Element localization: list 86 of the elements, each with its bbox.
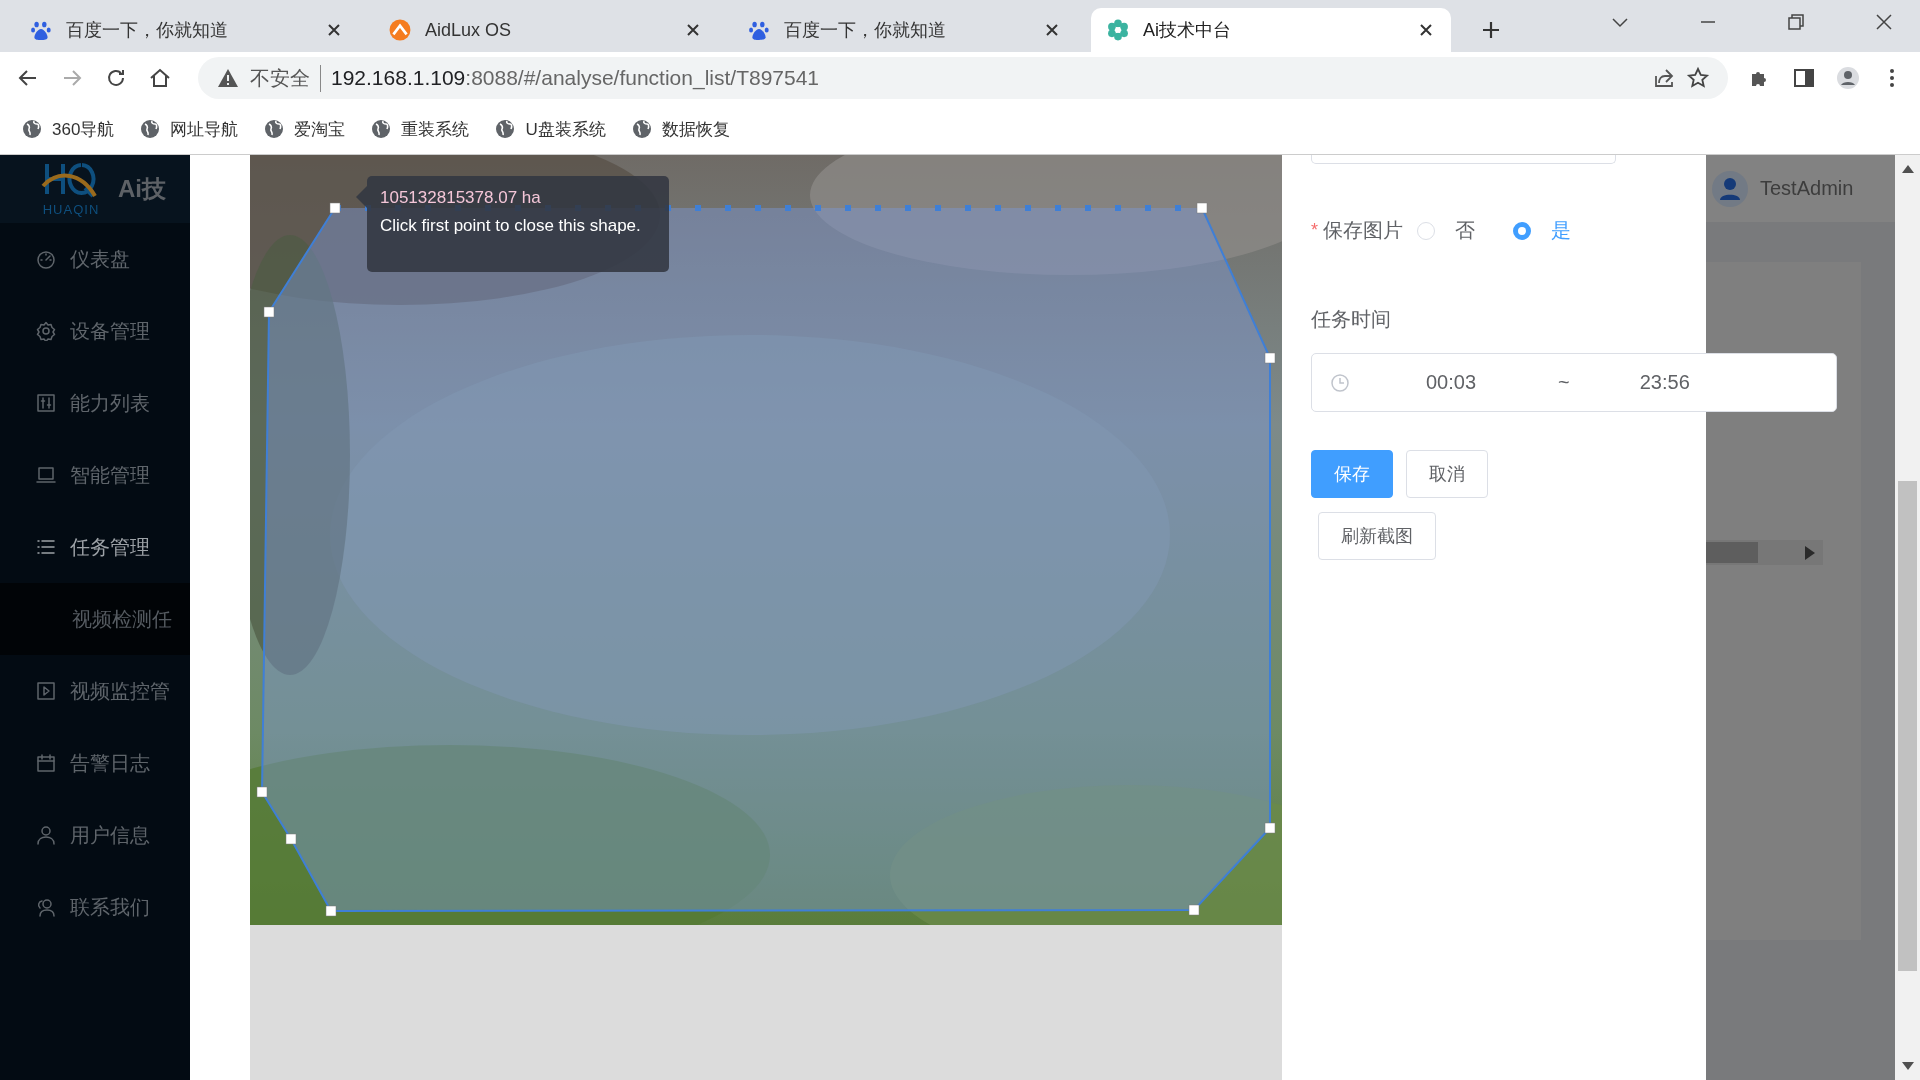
menu-item[interactable]: 任务管理 [0,511,190,583]
menu-label: 设备管理 [70,318,150,344]
menu-item[interactable]: 用户信息 [0,799,190,871]
gauge-icon [36,249,56,269]
bookmark[interactable]: 数据恢复 [631,117,730,141]
menu-label: 联系我们 [70,894,150,920]
globe-icon [495,119,516,139]
bookmark[interactable]: 重装系统 [371,117,470,141]
cancel-button[interactable]: 取消 [1406,450,1488,498]
vertical-scrollbar[interactable] [1895,155,1920,1080]
sliders-icon [36,393,56,413]
paw-icon [748,19,770,41]
security-label: 不安全 [250,64,321,92]
close-icon[interactable] [1874,12,1894,32]
browser-tab[interactable]: AidLux OS [373,8,718,52]
menu-item[interactable]: 能力列表 [0,367,190,439]
address-bar[interactable]: 不安全 192.168.1.109:8088/#/analyse/function_list/T897541 [198,57,1728,99]
globe-icon [631,119,652,139]
browser-tab[interactable]: 百度一下，你就知道 [14,8,359,52]
share-icon[interactable] [1652,66,1676,90]
url-text: 192.168.1.109:8088/#/analyse/function_list/T897541 [331,66,821,90]
tooltip-hint: Click first point to close this shape. [380,216,642,236]
menu-label: 视频监控管 [70,678,170,704]
bookmark[interactable]: 网址导航 [140,117,239,141]
menu-label: 用户信息 [70,822,150,848]
peak-icon [389,19,411,41]
bookmark[interactable]: U盘装系统 [495,117,606,141]
menu-label: 告警日志 [70,750,150,776]
home-icon[interactable] [148,66,172,90]
menu-item[interactable]: 仪表盘 [0,223,190,295]
bookmark[interactable]: 360导航 [22,117,115,141]
menu-item[interactable]: 联系我们 [0,871,190,943]
list-icon [36,537,56,557]
radio-option[interactable]: 否 [1417,217,1475,244]
browser-tab[interactable]: 百度一下，你就知道 [732,8,1077,52]
bookmark[interactable]: 爱淘宝 [264,117,346,141]
range-separator: ~ [1558,371,1570,394]
paw-icon [30,19,52,41]
right-arrow-icon[interactable] [1805,545,1815,560]
laptop-icon [36,465,56,485]
globe-icon [140,119,161,139]
globe-icon [371,119,392,139]
close-icon[interactable] [1045,23,1059,37]
flower-icon [1107,19,1129,41]
close-icon[interactable] [327,23,341,37]
play-icon [36,681,56,701]
menu-item[interactable]: 视频监控管 [0,655,190,727]
menu-item[interactable]: 智能管理 [0,439,190,511]
new-tab-icon[interactable] [1481,20,1501,40]
down-arrow-icon[interactable] [1901,1062,1914,1070]
globe-icon [264,119,285,139]
globe-icon [22,119,42,139]
profile-icon[interactable] [1836,66,1860,90]
star-icon[interactable] [1686,66,1710,90]
user-icon [36,825,56,845]
menu-label: 仪表盘 [70,246,130,272]
field-label: 保存图片 [1323,218,1403,243]
clock-icon [1330,372,1350,393]
radio-icon[interactable] [1513,221,1531,240]
avatar-icon[interactable] [1712,170,1748,207]
refresh-button[interactable]: 刷新截图 [1318,512,1436,560]
users-icon [36,897,56,917]
user-name: TestAdmin [1760,177,1854,200]
up-arrow-icon[interactable] [1901,165,1914,173]
side-panel-icon[interactable] [1792,66,1816,90]
field-label: 任务时间 [1311,307,1392,332]
browser-tab[interactable]: Ai技术中台 [1091,8,1451,52]
app-title: Ai技 [118,174,166,204]
end-time: 23:56 [1639,371,1690,394]
restore-icon[interactable] [1786,12,1806,32]
calendar-icon [36,753,56,773]
close-icon[interactable] [686,23,700,37]
area-measure: 105132815378.07 ha [380,188,542,208]
menu-label: 智能管理 [70,462,150,488]
gear-icon [36,321,56,341]
input-field[interactable] [1311,155,1616,164]
close-icon[interactable] [1419,23,1433,37]
logo: HUAQIN [38,161,104,217]
required-mark: * [1311,220,1318,241]
time-range-field[interactable]: 00:03 ~ 23:56 [1311,353,1837,412]
menu-item[interactable]: 告警日志 [0,727,190,799]
menu-label: 任务管理 [70,534,150,560]
start-time: 00:03 [1426,371,1477,394]
horizontal-scrollbar[interactable] [1706,540,1823,565]
menu-item[interactable]: 设备管理 [0,295,190,367]
menu-label: 能力列表 [70,390,150,416]
